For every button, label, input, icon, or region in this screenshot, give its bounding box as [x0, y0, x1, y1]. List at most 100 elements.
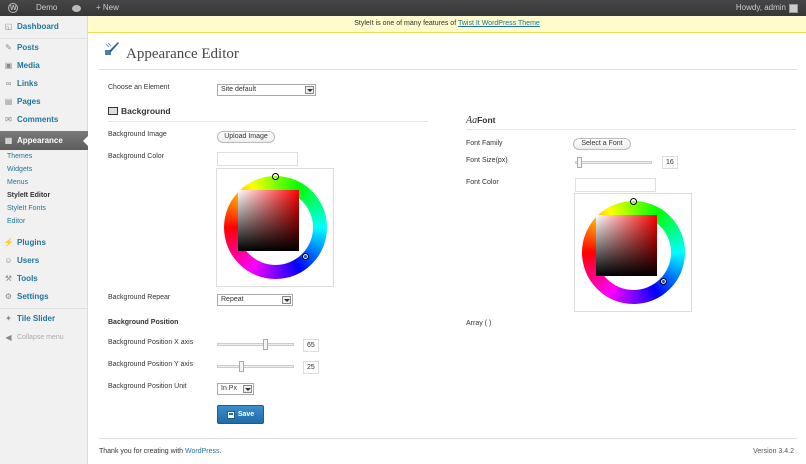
menu-dashboard[interactable]: ◱ Dashboard	[0, 17, 88, 35]
saturation-square[interactable]	[238, 190, 299, 251]
collapse-menu-button[interactable]: ◀ Collapse menu	[0, 328, 88, 346]
color-marker[interactable]	[302, 253, 309, 260]
background-repeat-label: Background Repear	[108, 294, 171, 301]
chevron-down-icon	[243, 385, 252, 393]
font-heading-text: Font	[477, 115, 496, 125]
menu-pages[interactable]: ▤ Pages	[0, 92, 88, 110]
collapse-menu-label: Collapse menu	[17, 333, 64, 341]
background-color-input[interactable]	[217, 152, 298, 166]
pages-icon: ▤	[4, 96, 13, 106]
footer-dot: .	[219, 448, 222, 455]
posts-icon: ✎	[5, 42, 12, 52]
submenu-editor[interactable]: Editor	[0, 218, 88, 225]
element-select-value: Site default	[221, 86, 257, 93]
menu-tools[interactable]: ⚒ Tools	[0, 269, 88, 287]
menu-comments[interactable]: ✉ Comments	[0, 110, 88, 128]
submenu-themes[interactable]: Themes	[0, 153, 88, 160]
menu-users-label: Users	[17, 255, 40, 265]
element-select[interactable]: Site default	[217, 84, 316, 96]
background-color-label: Background Color	[108, 153, 165, 160]
wordpress-link[interactable]: WordPress	[185, 448, 220, 455]
saturation-square[interactable]	[596, 215, 657, 276]
save-button-label: Save	[237, 411, 255, 418]
hue-marker[interactable]	[630, 198, 637, 205]
font-color-picker[interactable]	[574, 193, 692, 312]
comment-bubble-icon	[72, 4, 81, 12]
background-repeat-value: Repeat	[221, 296, 244, 303]
paintbrush-icon	[105, 42, 119, 55]
submenu-styleit-editor[interactable]: StyleIt Editor	[0, 192, 88, 199]
color-marker[interactable]	[660, 278, 667, 285]
admin-bar: Demo + New Howdy, admin	[0, 0, 806, 17]
font-color-input[interactable]	[575, 178, 656, 192]
font-heading: AaFont	[466, 115, 496, 126]
background-color-picker[interactable]	[216, 168, 334, 287]
font-aa-icon: Aa	[466, 115, 478, 126]
admin-sidebar: ◱ Dashboard ✎ Posts ▣ Media ∞ Links ▤ Pages ✉…	[0, 16, 89, 464]
menu-media[interactable]: ▣ Media	[0, 56, 88, 74]
notice-theme-link[interactable]: Twist It WordPress Theme	[458, 20, 540, 27]
appearance-icon: ▦	[4, 136, 13, 145]
users-icon: ☺	[4, 255, 13, 265]
array-debug-text: Array ( )	[466, 320, 492, 327]
page-title: Appearance Editor	[126, 46, 239, 62]
menu-comments-label: Comments	[17, 114, 59, 124]
position-x-slider[interactable]	[217, 339, 294, 350]
position-x-label: Background Position X axis	[108, 339, 194, 346]
menu-plugins[interactable]: ⚡ Plugins	[0, 233, 88, 251]
position-unit-value: In Px	[221, 385, 237, 392]
position-x-input[interactable]: 65	[303, 339, 319, 352]
menu-tile-slider-label: Tile Slider	[17, 313, 56, 323]
menu-links-label: Links	[17, 78, 38, 88]
font-size-slider[interactable]	[575, 157, 652, 168]
wp-logo-menu[interactable]	[8, 0, 18, 17]
menu-settings-label: Settings	[17, 291, 49, 301]
menu-users[interactable]: ☺ Users	[0, 251, 88, 269]
menu-media-label: Media	[17, 60, 40, 70]
menu-links[interactable]: ∞ Links	[0, 74, 88, 92]
site-name-link[interactable]: Demo	[36, 0, 57, 16]
font-size-input[interactable]: 16	[662, 156, 678, 169]
new-content-button[interactable]: + New	[96, 0, 119, 16]
font-size-handle[interactable]	[577, 157, 582, 168]
submenu-menus[interactable]: Menus	[0, 179, 88, 186]
section-divider	[108, 121, 428, 122]
collapse-arrow-icon: ◀	[5, 332, 12, 342]
menu-tools-label: Tools	[17, 273, 38, 283]
menu-appearance-label: Appearance	[17, 136, 63, 145]
select-font-button[interactable]: Select a Font	[573, 138, 631, 150]
position-y-label: Background Position Y axis	[108, 361, 193, 368]
footer-divider	[99, 438, 797, 439]
comments-link[interactable]	[72, 0, 81, 16]
comments-icon: ✉	[5, 114, 12, 124]
position-y-handle[interactable]	[239, 361, 244, 372]
choose-element-label: Choose an Element	[108, 84, 170, 91]
menu-posts[interactable]: ✎ Posts	[0, 38, 88, 56]
links-icon: ∞	[5, 78, 12, 88]
position-y-slider[interactable]	[217, 361, 294, 372]
save-button[interactable]: Save	[217, 405, 264, 424]
hue-marker[interactable]	[272, 173, 279, 180]
upload-image-button[interactable]: Upload Image	[217, 131, 275, 143]
background-repeat-select[interactable]: Repeat	[217, 294, 293, 306]
footer-thanks: Thank you for creating with WordPress.	[99, 448, 221, 455]
save-disk-icon	[226, 410, 235, 419]
submenu-widgets[interactable]: Widgets	[0, 166, 88, 173]
submenu-styleit-fonts[interactable]: StyleIt Fonts	[0, 205, 88, 212]
plugins-icon: ⚡	[3, 237, 14, 247]
dashboard-icon: ◱	[4, 21, 13, 31]
position-unit-select[interactable]: In Px	[217, 383, 254, 395]
howdy-text: Howdy, admin	[735, 3, 786, 12]
background-image-label: Background Image	[108, 131, 167, 138]
position-y-input[interactable]: 25	[303, 361, 319, 374]
position-x-handle[interactable]	[263, 339, 268, 350]
menu-tile-slider[interactable]: ✦ Tile Slider	[0, 309, 88, 327]
settings-icon: ⚙	[4, 291, 13, 301]
notice-bar: StyleIt is one of many features of Twist…	[88, 16, 806, 33]
menu-appearance[interactable]: ▦ Appearance	[0, 131, 89, 150]
menu-settings[interactable]: ⚙ Settings	[0, 287, 88, 305]
image-icon	[108, 107, 118, 115]
notice-text: StyleIt is one of many features of	[354, 20, 458, 27]
section-divider	[466, 129, 796, 130]
account-menu[interactable]: Howdy, admin	[736, 0, 798, 16]
